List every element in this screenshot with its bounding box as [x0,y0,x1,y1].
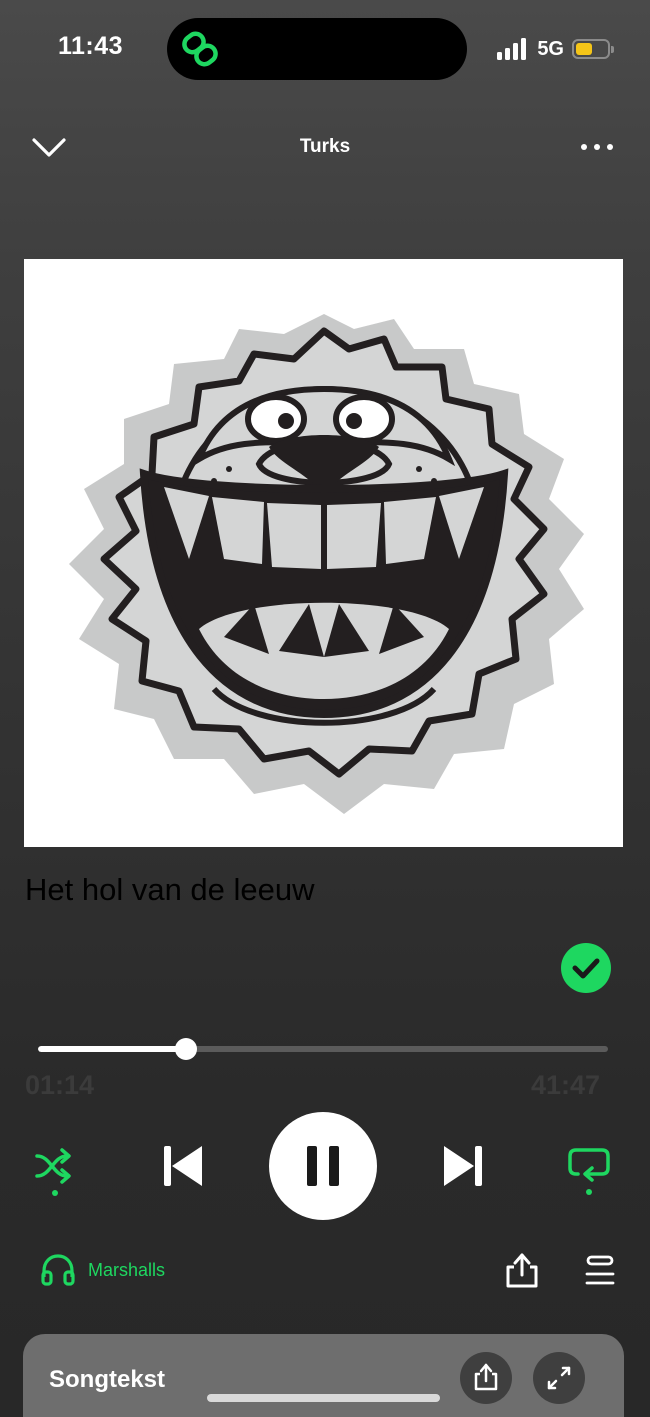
expand-icon [547,1366,571,1390]
track-title: Het hol van de leeuw [25,872,315,907]
network-type: 5G [537,37,564,60]
battery-level [576,43,592,55]
lyrics-title: Songtekst [49,1366,166,1393]
more-icon[interactable] [576,134,618,160]
progress-fill [38,1046,187,1052]
lyrics-expand-button[interactable] [533,1352,585,1404]
pause-icon [307,1146,339,1186]
home-indicator[interactable] [207,1394,440,1402]
elapsed-time: 01:14 [25,1070,95,1100]
device-name: Marshalls [88,1259,166,1280]
previous-track-icon[interactable] [160,1142,206,1190]
lion-face-icon [69,314,584,814]
lyrics-card[interactable]: Songtekst [23,1334,624,1417]
status-indicators: 5G [497,34,614,64]
check-icon [572,958,600,979]
share-icon [474,1363,498,1391]
repeat-icon[interactable] [566,1144,612,1198]
shuffle-icon[interactable] [33,1146,79,1198]
context-title: Turks [299,136,351,157]
battery-icon [572,39,614,59]
share-icon[interactable] [502,1250,542,1290]
headphones-icon [41,1254,75,1286]
total-time: 41:47 [530,1070,600,1100]
queue-icon[interactable] [582,1254,618,1288]
next-track-icon[interactable] [440,1142,486,1190]
dynamic-island [167,18,467,80]
connected-device-button[interactable]: Marshalls [40,1250,165,1290]
progress-handle[interactable] [175,1038,198,1060]
now-playing-screen: 11:43 5G Turks Het hol van de leeuw 01:1… [0,0,650,1417]
album-art [24,259,623,847]
status-time: 11:43 [58,32,124,60]
battery-cap [611,46,614,53]
progress-bar[interactable] [38,1046,608,1052]
lyrics-share-button[interactable] [460,1352,512,1404]
signal-icon [497,38,527,60]
link-icon [182,31,218,67]
saved-to-library-button[interactable] [561,943,611,993]
pause-button[interactable] [269,1112,377,1220]
